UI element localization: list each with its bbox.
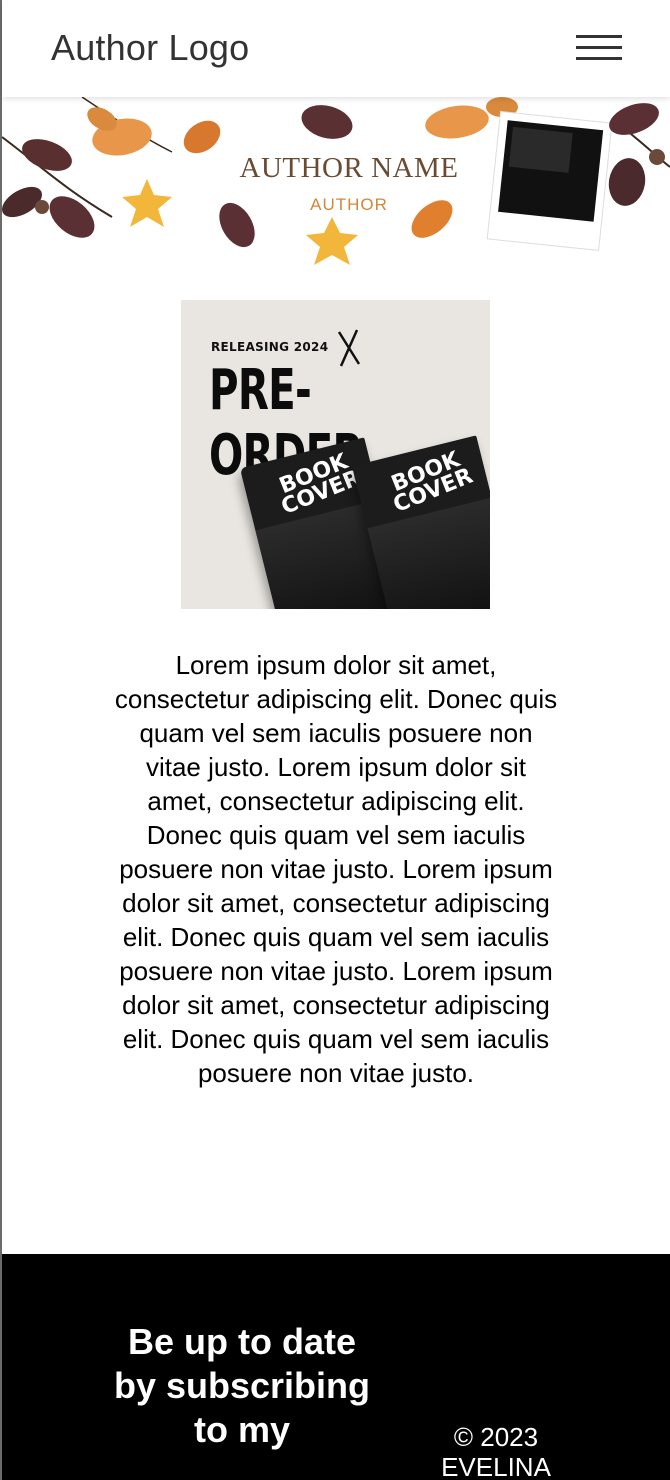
site-header: Author Logo bbox=[2, 0, 670, 97]
copyright-text: © 2023 EVELINA bbox=[441, 1422, 551, 1480]
site-footer: Be up to date by subscribing to my © 202… bbox=[2, 1254, 670, 1480]
book-cover-photo bbox=[367, 497, 490, 609]
hamburger-menu-icon[interactable] bbox=[576, 32, 622, 64]
author-name: AUTHOR NAME bbox=[239, 152, 459, 184]
pre-order-book-image[interactable]: RELEASING 2024 PRE-ORDER BOOK COVER BOOK… bbox=[181, 300, 490, 609]
author-role: AUTHOR bbox=[310, 195, 388, 214]
subscribe-heading: Be up to date by subscribing to my bbox=[113, 1321, 371, 1450]
author-banner: AUTHOR NAME AUTHOR bbox=[2, 97, 670, 267]
body-paragraph: Lorem ipsum dolor sit amet, consectetur … bbox=[114, 650, 558, 1088]
author-logo[interactable]: Author Logo bbox=[51, 27, 249, 69]
